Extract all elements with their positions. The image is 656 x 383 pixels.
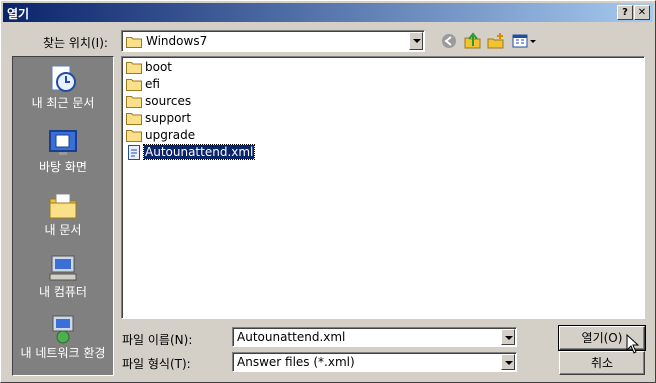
title-bar[interactable]: 열기 ? ✕ (3, 3, 653, 22)
network-places-icon (52, 315, 74, 344)
folder-icon (126, 96, 142, 108)
my-computer-icon (49, 255, 77, 281)
filetype-label: 파일 형식(T): (122, 357, 191, 371)
my-documents-icon (49, 193, 77, 219)
filename-label: 파일 이름(N): (122, 333, 193, 347)
list-item-efi[interactable]: efi (126, 76, 161, 93)
list-item-autounattend[interactable]: Autounattend.xml (126, 144, 256, 161)
list-item-boot[interactable]: boot (126, 59, 173, 76)
up-folder-button[interactable] (463, 31, 483, 51)
filename-value: Autounattend.xml (237, 330, 346, 344)
file-name: efi (145, 77, 160, 91)
folder-icon (126, 37, 142, 48)
xml-file-icon (128, 145, 140, 160)
file-name: sources (145, 94, 192, 108)
mouse-cursor-icon (626, 334, 640, 354)
desktop-icon (49, 130, 77, 155)
file-list[interactable]: boot efi sources support upgrade Autouna… (121, 56, 645, 319)
views-menu-button[interactable] (511, 31, 537, 51)
places-item-network[interactable]: 내 네트워크 환경 (13, 313, 113, 360)
window-title: 열기 (7, 7, 30, 21)
file-name: upgrade (145, 128, 196, 142)
list-item-sources[interactable]: sources (126, 93, 192, 110)
views-menu-icon (512, 34, 536, 48)
close-button[interactable]: ✕ (634, 5, 650, 20)
file-name: Autounattend.xml (142, 144, 256, 160)
file-name: boot (145, 60, 173, 74)
file-name: support (145, 111, 192, 125)
new-folder-icon (487, 33, 504, 49)
filename-dropdown-button[interactable] (501, 329, 515, 345)
look-in-label: 찾는 위치(I): (43, 36, 108, 50)
folder-icon (126, 130, 142, 142)
filetype-dropdown-button[interactable] (501, 354, 515, 370)
filename-combo[interactable]: Autounattend.xml (232, 327, 517, 347)
back-arrow-icon (442, 34, 456, 48)
back-button[interactable] (439, 31, 459, 51)
look-in-combo[interactable]: Windows7 (121, 30, 425, 52)
folder-icon (126, 113, 142, 125)
places-item-label: 내 컴퓨터 (39, 285, 87, 299)
places-item-label: 내 문서 (44, 223, 82, 237)
help-button[interactable]: ? (617, 5, 633, 20)
folder-icon (126, 79, 142, 91)
places-item-label: 내 최근 문서 (31, 96, 95, 110)
list-item-upgrade[interactable]: upgrade (126, 127, 196, 144)
places-item-documents[interactable]: 내 문서 (13, 190, 113, 237)
up-folder-icon (464, 32, 481, 49)
places-item-recent[interactable]: 내 최근 문서 (13, 63, 113, 110)
folder-icon (126, 62, 142, 74)
places-item-desktop[interactable]: 바탕 화면 (13, 127, 113, 174)
look-in-dropdown-button[interactable] (409, 32, 423, 50)
places-item-label: 내 네트워크 환경 (20, 346, 106, 360)
new-folder-button[interactable] (486, 31, 506, 51)
recent-documents-icon (51, 65, 76, 92)
list-item-support[interactable]: support (126, 110, 192, 127)
filetype-combo[interactable]: Answer files (*.xml) (232, 352, 517, 372)
open-file-dialog: 열기 ? ✕ 찾는 위치(I): Windows7 내 최근 문서 바탕 화면 … (0, 0, 656, 383)
filetype-value: Answer files (*.xml) (237, 355, 355, 369)
look-in-value: Windows7 (146, 34, 208, 48)
places-bar: 내 최근 문서 바탕 화면 내 문서 내 컴퓨터 내 네트워크 환경 (12, 56, 114, 376)
places-item-computer[interactable]: 내 컴퓨터 (13, 252, 113, 299)
places-item-label: 바탕 화면 (39, 160, 87, 174)
